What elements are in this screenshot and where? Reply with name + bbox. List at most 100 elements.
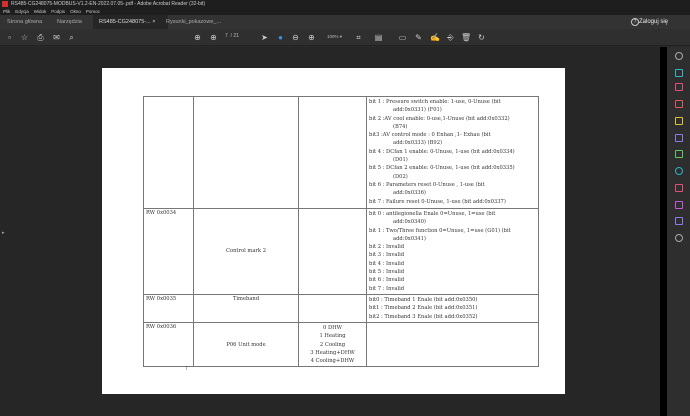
delete-icon[interactable]: 🗑 (461, 33, 471, 42)
more-tools-icon[interactable] (675, 234, 683, 242)
bit-description: bit 4 : Invalid (369, 260, 405, 267)
rotate-icon[interactable]: ↻ (477, 33, 486, 42)
tab-home[interactable]: Strona główna (7, 15, 42, 29)
table-row: RW 0x0035 Timeband bit0 : Timeband 1 Enal… (143, 293, 539, 323)
close-tab-icon[interactable]: × (152, 19, 155, 25)
zoom-level-select[interactable]: 100% ▾ (327, 34, 342, 40)
cell-name: Control mark 2 (193, 208, 299, 295)
bit-description: bit 0 : antilegionella Enale 0=Unuse, 1=… (369, 211, 496, 217)
acrobat-icon (2, 1, 8, 7)
highlight-pen-icon[interactable]: ✎ (414, 33, 423, 42)
stamp-icon[interactable]: ⎆ (446, 33, 455, 42)
zoom-value: 100% (327, 34, 339, 39)
table-row: RW 0x0036 P06 Unit mode 0 DHW 1 Heating 2 Co… (143, 321, 539, 368)
cell-name: Timeband (193, 293, 299, 323)
cell-bits: bit 1 : Pressure switch enable: 1-use, 0… (366, 96, 539, 209)
sign-icon[interactable]: ✍ (430, 33, 440, 42)
cell-bits (366, 321, 539, 368)
mode-value: 3 Heating+DHW (310, 349, 355, 356)
bit-description: add:0x0340) (393, 219, 426, 226)
email-icon[interactable]: ✉ (52, 33, 61, 42)
edit-pdf-icon[interactable] (675, 150, 683, 158)
bit-description: bit 6 : Parameters reset 0-Unuse , 1-use… (369, 181, 485, 188)
cell-address: RW 0x0035 (143, 293, 194, 323)
sign-in-button[interactable]: Zaloguj się (639, 15, 668, 29)
hand-tool-icon[interactable]: ● (276, 33, 285, 42)
organize-pages-icon[interactable] (675, 83, 683, 91)
menu-help[interactable]: Pomoc (86, 9, 100, 14)
tab-document-2[interactable]: Rysunki_pokazowe_... (166, 15, 221, 29)
menu-bar: Plik Edycja Widok Podpis Okno Pomoc (0, 8, 690, 15)
mode-value: 1 Heating (319, 333, 346, 340)
bit-description: bit 3 : Invalid (369, 252, 405, 259)
bit-description: bit 6 : Invalid (369, 277, 405, 284)
cell-values (298, 293, 367, 323)
send-track-icon[interactable] (675, 167, 683, 175)
protect-icon[interactable] (675, 201, 683, 209)
comment-icon[interactable]: ▭ (398, 33, 407, 42)
tab-label: RS485-CG248075-... (99, 19, 151, 25)
mode-value: 0 DHW (323, 324, 342, 331)
tab-document-active[interactable]: RS485-CG248075-... × (93, 15, 168, 29)
pdf-page: bit 1 : Pressure switch enable: 1-use, 0… (102, 68, 565, 394)
zoom-out-icon[interactable]: ⊖ (291, 33, 300, 42)
save-icon[interactable]: ▫ (5, 33, 14, 42)
select-cursor-icon[interactable]: ➤ (260, 33, 269, 42)
previous-page-icon[interactable]: ⊕ (193, 33, 202, 42)
print-icon[interactable]: ⎙ (36, 33, 45, 42)
bit-description: add:0x0333) (B92) (393, 140, 443, 147)
divider (660, 47, 667, 416)
export-pdf-icon[interactable] (675, 69, 683, 77)
table-row: bit 1 : Pressure switch enable: 1-use, 0… (143, 96, 539, 209)
fill-sign-icon[interactable]: ▤ (374, 33, 383, 42)
bookmark-star-icon[interactable]: ☆ (20, 33, 29, 42)
toolbar: ▫ ☆ ⎙ ✉ ⌕ ⊕ ⊕ 7 / 21 ➤ ● ⊖ ⊕ 100% ▾ ⌗ ▤ … (0, 29, 690, 46)
menu-sign[interactable]: Podpis (51, 9, 65, 14)
bit-description: bit 5 : DCfan 2 enable: 0-Unuse, 1-use (… (369, 165, 515, 172)
bit-description: bit 2 : Invalid (369, 244, 405, 251)
bit-description: add:0x0341) (393, 235, 426, 242)
bit-description: bit 1 : Pressure switch enable: 1-use, 0… (369, 99, 501, 105)
register-table: bit 1 : Pressure switch enable: 1-use, 0… (143, 96, 539, 368)
bit-description: add:0x0336) (393, 190, 426, 197)
page-footer-number: 7 (185, 366, 188, 372)
create-pdf-icon[interactable] (675, 100, 683, 108)
fit-page-icon[interactable]: ⌗ (354, 33, 363, 42)
page-number[interactable]: 7 / 21 (225, 33, 239, 39)
bit-description: (B74) (393, 123, 408, 130)
bit-description: bit 5 : Invalid (369, 269, 405, 276)
zoom-search-icon[interactable] (675, 52, 683, 60)
bit-description: (D02) (393, 173, 408, 180)
bit-description: add:0x0331) (F01) (393, 107, 442, 114)
tab-tools[interactable]: Narzędzia (57, 15, 82, 29)
bit-description: bit 2 :AV cool enable: 0-use,1-Unuse (bi… (369, 115, 510, 122)
help-icon[interactable]: ? (631, 18, 639, 26)
page-current[interactable]: 7 (225, 33, 228, 39)
next-page-icon[interactable]: ⊕ (209, 33, 218, 42)
zoom-in-icon[interactable]: ⊕ (307, 33, 316, 42)
left-panel-toggle-icon[interactable]: ▸ (2, 230, 5, 236)
cell-values (298, 96, 367, 209)
bit-description: bit3 :AV control mode : 0 Enhan ,1- Exha… (369, 132, 491, 139)
mode-value: 4 Cooling+DHW (310, 358, 355, 365)
comment-tool-icon[interactable] (675, 117, 683, 125)
fill-sign-tool-icon[interactable] (675, 184, 683, 192)
tab-bar: Strona główna Narzędzia RS485-CG248075-.… (0, 15, 690, 29)
bit-description: bit 1 : Two/Three function 0=Unuse, 1=us… (369, 227, 511, 234)
cell-address: RW 0x0036 (143, 321, 194, 368)
menu-window[interactable]: Okno (70, 9, 81, 14)
cell-values (298, 208, 367, 295)
combine-files-icon[interactable] (675, 134, 683, 142)
cell-address (143, 96, 194, 209)
menu-file[interactable]: Plik (3, 9, 10, 14)
bit-description: bit2 : Timeband 3 Enale (bit add:0x0352) (369, 313, 478, 320)
cell-values: 0 DHW 1 Heating 2 Cooling 3 Heating+DHW 4 Co… (298, 321, 367, 368)
menu-view[interactable]: Widok (34, 9, 47, 14)
menu-edit[interactable]: Edycja (15, 9, 29, 14)
title-bar: RS485-CG248075-MODBUS-V1.2-EN-2022.07.05… (0, 0, 690, 8)
bit-description: bit0 : Timeband 1 Enale (bit add:0x0350) (369, 296, 478, 303)
page-total: / 21 (230, 33, 239, 39)
search-icon[interactable]: ⌕ (67, 33, 76, 42)
bit-description: bit 7 : Failure reset 0-Unuse, 1-use (bi… (369, 198, 506, 205)
request-signature-icon[interactable] (675, 217, 683, 225)
